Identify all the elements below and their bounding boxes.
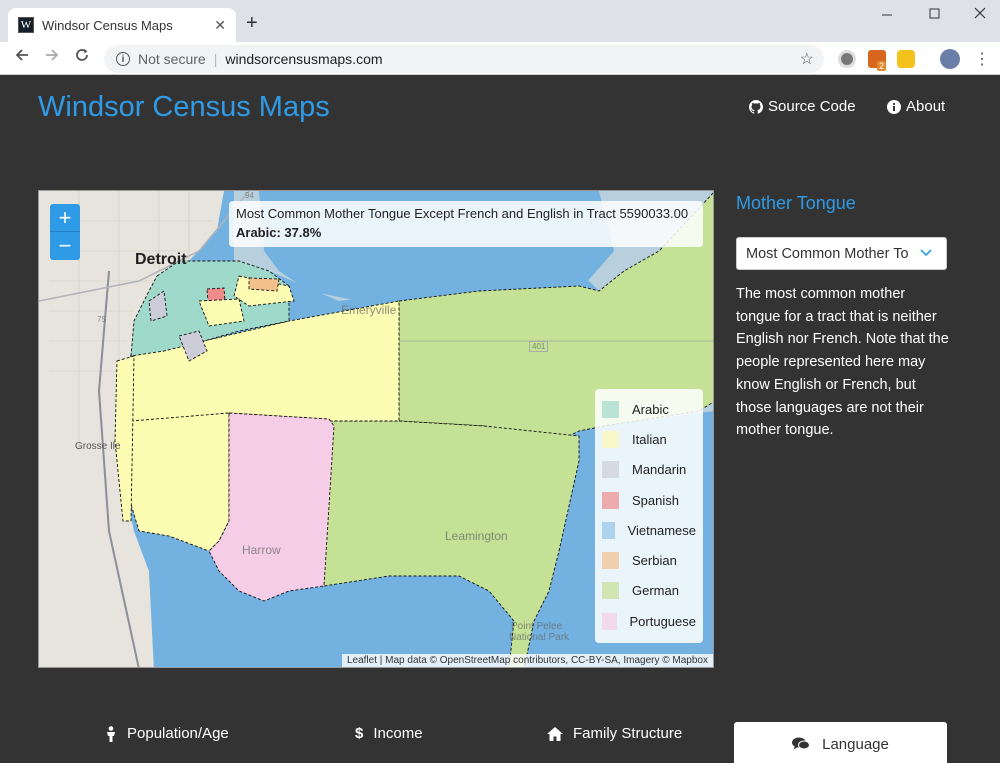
tract-info-value: Arabic: 37.8% bbox=[236, 225, 322, 240]
maximize-window-icon[interactable] bbox=[928, 6, 942, 23]
tract-spanish bbox=[206, 287, 226, 302]
map-attribution[interactable]: Leaflet | Map data © OpenStreetMap contr… bbox=[341, 654, 713, 667]
legend-swatch bbox=[602, 461, 619, 479]
minimize-window-icon[interactable] bbox=[880, 6, 894, 23]
browser-menu-icon[interactable]: ⋮ bbox=[974, 49, 990, 69]
label-leamington: Leamington bbox=[445, 529, 508, 543]
legend-item: German bbox=[602, 576, 696, 606]
legend-label: Arabic bbox=[632, 401, 669, 417]
legend-label: Spanish bbox=[632, 492, 679, 508]
extension-badge: 2 bbox=[877, 61, 887, 71]
nav-income-label: Income bbox=[373, 725, 423, 742]
tract-serbian bbox=[248, 277, 280, 292]
legend-swatch bbox=[602, 400, 619, 418]
census-map[interactable]: Detroit Grosse Ile Emeryville Harrow Lea… bbox=[38, 190, 714, 668]
label-point-pelee: Point Pelee bbox=[511, 621, 563, 632]
dollar-icon: $ bbox=[355, 725, 364, 742]
site-brand[interactable]: Windsor Census Maps bbox=[38, 91, 330, 124]
browser-tabbar: W Windsor Census Maps ✕ + bbox=[0, 0, 1000, 42]
label-harrow: Harrow bbox=[242, 543, 281, 557]
legend-swatch bbox=[602, 430, 619, 448]
nav-population-age-label: Population/Age bbox=[127, 725, 229, 742]
legend-label: Serbian bbox=[632, 553, 677, 569]
legend-label: Mandarin bbox=[632, 462, 687, 478]
legend-label: Italian bbox=[632, 431, 667, 447]
legend-item: Italian bbox=[602, 424, 696, 454]
zoom-out-button[interactable]: − bbox=[50, 232, 80, 260]
home-icon bbox=[547, 726, 563, 741]
legend-label: German bbox=[632, 583, 679, 599]
url-text: windsorcensusmaps.com bbox=[225, 51, 383, 67]
nav-family-structure[interactable]: Family Structure bbox=[547, 725, 682, 742]
nav-family-structure-label: Family Structure bbox=[573, 725, 683, 742]
about-link[interactable]: About bbox=[887, 98, 945, 115]
legend-item: Vietnamese bbox=[602, 515, 696, 545]
comments-icon bbox=[792, 737, 811, 750]
github-icon bbox=[749, 99, 763, 114]
source-code-link[interactable]: Source Code bbox=[749, 98, 856, 115]
legend-swatch bbox=[602, 521, 615, 539]
extension-circle-icon[interactable] bbox=[838, 50, 856, 68]
close-tab-icon[interactable]: ✕ bbox=[214, 17, 226, 34]
zoom-in-button[interactable]: + bbox=[50, 204, 80, 232]
nav-income[interactable]: $ Income bbox=[355, 725, 423, 742]
variable-select-value: Most Common Mother Tongue bbox=[746, 245, 908, 262]
tract-italian-south bbox=[126, 412, 230, 552]
nav-language-button[interactable]: Language bbox=[734, 722, 947, 763]
nav-language-label: Language bbox=[822, 735, 889, 753]
zoom-control: + − bbox=[50, 204, 80, 260]
profile-avatar[interactable] bbox=[940, 49, 960, 69]
legend-item: Spanish bbox=[602, 485, 696, 515]
map-legend: Arabic Italian Mandarin Spanish Vietname… bbox=[595, 389, 703, 643]
tract-info-box: Most Common Mother Tongue Except French … bbox=[229, 201, 703, 247]
security-status: Not secure bbox=[138, 51, 206, 67]
bookmark-star-icon[interactable]: ☆ bbox=[800, 49, 814, 69]
chevron-down-icon bbox=[920, 245, 932, 261]
site-info-icon[interactable]: i bbox=[116, 52, 130, 66]
legend-swatch bbox=[602, 582, 619, 600]
legend-swatch bbox=[602, 491, 619, 509]
info-circle-icon bbox=[887, 99, 901, 114]
legend-swatch bbox=[602, 612, 617, 630]
legend-item: Arabic bbox=[602, 394, 696, 424]
legend-item: Portuguese bbox=[602, 606, 696, 636]
back-arrow-icon[interactable] bbox=[14, 47, 30, 68]
variable-title: Mother Tongue bbox=[736, 193, 856, 213]
extension-chat-icon[interactable] bbox=[897, 50, 915, 68]
person-icon bbox=[107, 725, 115, 742]
legend-swatch bbox=[602, 552, 619, 570]
legend-item: Serbian bbox=[602, 545, 696, 575]
address-separator: | bbox=[213, 51, 218, 67]
nav-population-age[interactable]: Population/Age bbox=[105, 725, 229, 742]
about-label: About bbox=[906, 98, 946, 115]
label-road-94: 94 bbox=[245, 191, 254, 200]
browser-toolbar: i Not secure | windsorcensusmaps.com ☆ 2… bbox=[0, 42, 1000, 75]
forward-arrow-icon[interactable] bbox=[44, 47, 60, 68]
variable-select[interactable]: Most Common Mother Tongue bbox=[736, 237, 947, 270]
label-detroit: Detroit bbox=[135, 251, 187, 268]
label-emeryville: Emeryville bbox=[341, 303, 397, 317]
address-bar[interactable]: i Not secure | windsorcensusmaps.com ☆ bbox=[104, 45, 824, 73]
site-favicon-icon: W bbox=[18, 17, 34, 33]
label-road-75: 75 bbox=[97, 315, 106, 324]
page: Windsor Census Maps Source Code About De… bbox=[0, 75, 1000, 763]
legend-label: Vietnamese bbox=[627, 522, 696, 538]
browser-tab[interactable]: W Windsor Census Maps ✕ bbox=[8, 8, 236, 42]
legend-label: Portuguese bbox=[629, 613, 697, 629]
label-grosse-ile: Grosse Ile bbox=[75, 441, 121, 452]
close-window-icon[interactable] bbox=[973, 6, 987, 23]
label-national-park: National Park bbox=[509, 632, 570, 643]
tract-info-title: Most Common Mother Tongue Except French … bbox=[236, 206, 689, 221]
variable-description: The most common mother tongue for a trac… bbox=[736, 286, 949, 439]
legend-item: Mandarin bbox=[602, 455, 696, 485]
reload-icon[interactable] bbox=[74, 47, 90, 68]
tab-title: Windsor Census Maps bbox=[42, 17, 173, 33]
label-road-401: 401 bbox=[529, 341, 549, 352]
source-code-label: Source Code bbox=[768, 98, 856, 115]
new-tab-button[interactable]: + bbox=[246, 12, 258, 35]
